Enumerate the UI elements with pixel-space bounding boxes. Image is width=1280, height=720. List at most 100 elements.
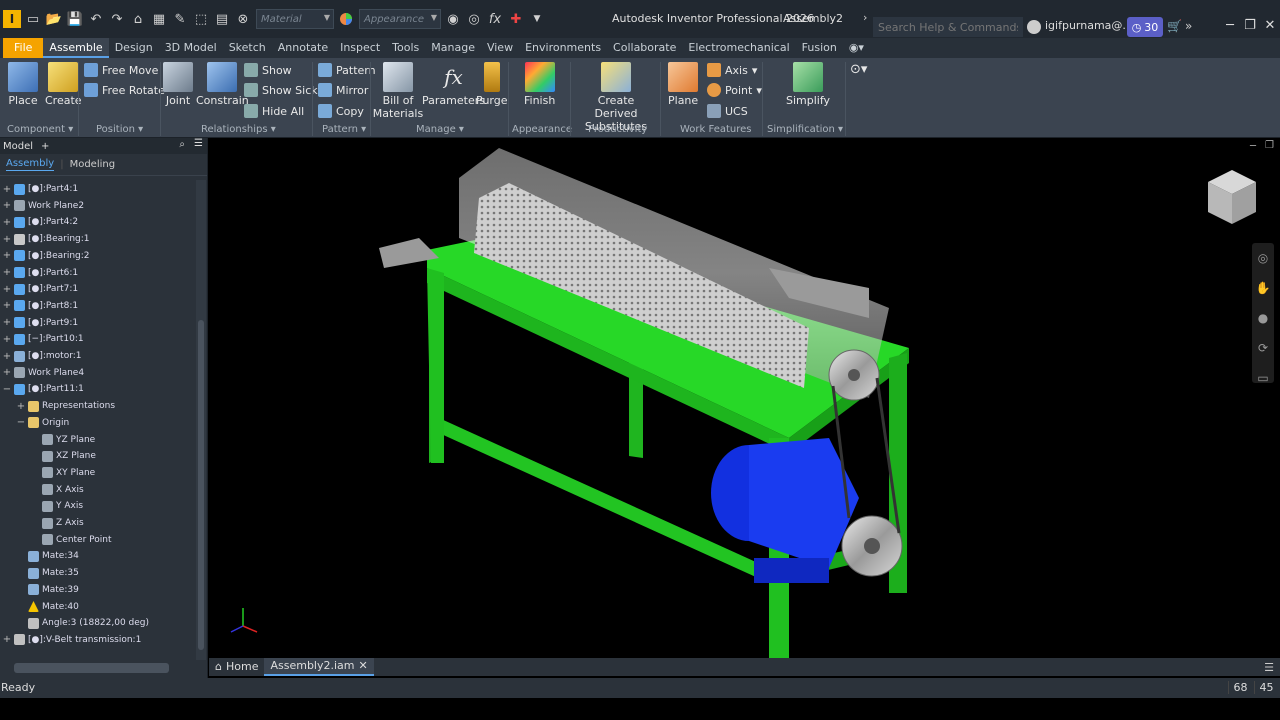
browser-tree-node[interactable]: Y Axis [30,498,83,514]
browser-tree-node[interactable]: + Work Plane4 [2,365,84,381]
browser-tree-node[interactable]: + [●]:motor:1 [2,348,82,364]
ucs-button[interactable]: UCS [707,104,748,118]
expand-icon[interactable]: + [2,250,12,261]
browser-tree-node[interactable]: + Work Plane2 [2,198,84,214]
panel-component[interactable]: Component ▾ [7,124,73,135]
ribbon-options-icon[interactable]: ⊙▾ [850,62,867,77]
browser-tree-node[interactable]: Center Point [30,532,112,548]
save-icon[interactable]: 💾 [66,9,84,29]
copy-button[interactable]: Copy [318,104,364,118]
expand-icon[interactable]: + [2,351,12,362]
user-avatar-icon[interactable] [1027,20,1041,34]
minimize-icon[interactable]: ─ [1221,18,1239,33]
chevron-right-icon[interactable]: › [863,11,867,24]
add-browser-icon[interactable]: + [41,141,49,152]
pan-icon[interactable]: ✋ [1256,281,1271,295]
expand-icon[interactable]: + [2,234,12,245]
panel-simplification[interactable]: Simplification ▾ [767,124,843,135]
tab-list-icon[interactable]: ☰ [1264,661,1280,674]
expand-icon[interactable]: + [2,334,12,345]
undo-icon[interactable]: ↶ [87,9,105,29]
expand-icon[interactable]: + [2,217,12,228]
zoom-icon[interactable]: ● [1258,311,1268,325]
panel-relationships[interactable]: Relationships ▾ [201,124,276,135]
expand-icon[interactable]: + [16,401,26,412]
timer-badge[interactable]: ◷ 30 [1127,17,1163,37]
new-file-icon[interactable]: ▭ [24,9,42,29]
appearance-select[interactable]: Appearance ▼ [359,9,441,29]
tab-manage[interactable]: Manage [425,38,481,58]
tab-view[interactable]: View [481,38,519,58]
create-derived-substitutes-button[interactable]: Create Derived Substitutes [580,62,652,133]
orbit-icon[interactable]: ⟳ [1258,341,1268,355]
user-name[interactable]: igifpurnama@... [1045,19,1133,32]
point-button[interactable]: Point ▾ [707,83,762,97]
browser-tree-node[interactable]: + [●]:Part9:1 [2,315,78,331]
component-icon[interactable]: ▤ [213,9,231,29]
expand-icon[interactable]: + [2,267,12,278]
browser-tree-node[interactable]: YZ Plane [30,432,95,448]
search-input[interactable] [873,17,1023,37]
panel-position[interactable]: Position ▾ [96,124,143,135]
tab-environments[interactable]: Environments [519,38,607,58]
browser-tree-node[interactable]: + [●]:Bearing:1 [2,231,90,247]
add-icon[interactable]: ✚ [507,9,525,29]
place-button[interactable]: Place [8,62,38,107]
expand-icon[interactable]: + [2,300,12,311]
show-sick-button[interactable]: Show Sick [244,83,318,97]
color-wheel-icon[interactable] [337,9,355,29]
browser-tree-node[interactable]: Z Axis [30,515,84,531]
cart-icon[interactable]: 🛒 [1167,19,1182,33]
tab-sketch[interactable]: Sketch [223,38,272,58]
browser-tree-node[interactable]: + Representations [16,398,115,414]
browser-tree-node[interactable]: + [●]:Part7:1 [2,281,78,297]
browser-tree-node[interactable]: XZ Plane [30,448,96,464]
simplify-button[interactable]: Simplify [786,62,830,107]
expand-icon[interactable]: + [2,200,12,211]
tab-assembly[interactable]: Assembly [6,158,55,171]
tab-home[interactable]: ⌂ Home [209,658,264,676]
fx-icon[interactable]: fx [486,9,504,29]
browser-tree-node[interactable]: + [●]:Bearing:2 [2,248,90,264]
browser-tree-node[interactable]: Mate:40 [16,599,79,615]
overflow-icon[interactable]: » [1185,19,1192,33]
view-cube[interactable] [1204,168,1260,231]
browser-tree-node[interactable]: X Axis [30,482,84,498]
browser-tree-node[interactable]: + [●]:Part4:1 [2,181,78,197]
browser-tree-node[interactable]: XY Plane [30,465,95,481]
browser-tree-node[interactable]: + [●]:V-Belt transmission:1 [2,632,141,648]
browser-tree-node[interactable]: + [●]:Part8:1 [2,298,78,314]
tab-assemble[interactable]: Assemble [43,38,109,58]
browser-tree-node[interactable]: Angle:3 (18822,00 deg) [16,615,149,631]
browser-horizontal-scrollbar[interactable] [14,663,169,673]
adjust-appearance-icon[interactable]: ◉ [444,9,462,29]
plane-button[interactable]: Plane [668,62,698,107]
restore-icon[interactable]: ❐ [1241,18,1259,33]
axis-button[interactable]: Axis ▾ [707,63,757,77]
pattern-button[interactable]: Pattern [318,63,376,77]
browser-tree-node[interactable]: − [●]:Part11:1 [2,381,84,397]
steering-wheel-icon[interactable]: ◎ [1258,251,1268,265]
panel-manage[interactable]: Manage ▾ [416,124,464,135]
expand-icon[interactable]: + [2,317,12,328]
redo-icon[interactable]: ↷ [108,9,126,29]
tab-design[interactable]: Design [109,38,159,58]
cancel-icon[interactable]: ⊗ [234,9,252,29]
expand-icon[interactable]: + [2,284,12,295]
select-icon[interactable]: ⬚ [192,9,210,29]
ribbon-display-toggle-icon[interactable]: ◉▾ [843,38,870,58]
clear-appearance-icon[interactable]: ◎ [465,9,483,29]
measure-icon[interactable]: ✎ [171,9,189,29]
hide-all-button[interactable]: Hide All [244,104,304,118]
inventor-logo-icon[interactable]: I [3,10,21,28]
bill-of-materials-button[interactable]: Bill of Materials [373,62,423,120]
tab-fusion[interactable]: Fusion [796,38,843,58]
browser-tree-node[interactable]: − Origin [16,415,69,431]
expand-icon[interactable]: + [2,367,12,378]
create-button[interactable]: Create [45,62,82,107]
browser-scrollbar[interactable] [196,180,206,660]
tab-3d-model[interactable]: 3D Model [159,38,223,58]
browser-tree-node[interactable]: + [●]:Part6:1 [2,265,78,281]
close-tab-icon[interactable]: ✕ [359,657,368,675]
expand-icon[interactable]: + [2,184,12,195]
